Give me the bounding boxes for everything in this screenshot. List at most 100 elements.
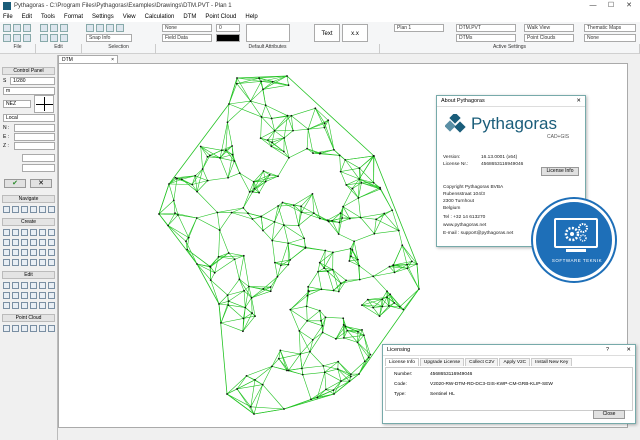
menu-help[interactable]: Help [245, 14, 257, 20]
bearing-icon[interactable] [39, 249, 46, 256]
tab-license-info[interactable]: License Info [385, 358, 419, 366]
dtms-dropdown[interactable]: DTMs [456, 34, 516, 42]
scale-icon[interactable] [21, 282, 28, 289]
help-icon[interactable]: ? [606, 345, 609, 356]
horizontal-scrollbar[interactable] [58, 428, 628, 440]
fillet-icon[interactable] [21, 292, 28, 299]
minimize-button[interactable]: — [584, 0, 602, 12]
menu-calculation[interactable]: Calculation [145, 14, 175, 20]
offset-icon[interactable] [12, 249, 19, 256]
cloud-filter-icon[interactable] [12, 325, 19, 332]
pan-icon[interactable] [39, 206, 46, 213]
zoom-window-icon[interactable] [12, 206, 19, 213]
stretch-icon[interactable] [21, 302, 28, 309]
distance-icon[interactable] [48, 249, 55, 256]
web-link[interactable]: www.pythagoras.net [443, 223, 486, 228]
menu-edit[interactable]: Edit [22, 14, 32, 20]
zoom-extents-icon[interactable] [48, 206, 55, 213]
arc-icon[interactable] [30, 229, 37, 236]
pointer-icon[interactable] [3, 206, 10, 213]
circle-icon[interactable] [39, 229, 46, 236]
intersect-icon[interactable] [21, 249, 28, 256]
e-field[interactable] [14, 133, 55, 141]
point-icon[interactable] [3, 229, 10, 236]
scale-field[interactable]: 1/280 [10, 77, 55, 85]
text-icon[interactable] [12, 239, 19, 246]
array-icon[interactable] [12, 302, 19, 309]
extra-field-1[interactable] [22, 154, 55, 162]
parallel-icon[interactable] [3, 249, 10, 256]
point-clouds-dropdown[interactable]: Point Clouds [524, 34, 574, 42]
deselect-icon[interactable] [116, 24, 124, 32]
snap-info-dropdown[interactable]: Snap Info [86, 34, 132, 42]
cloud-dtm-icon[interactable] [30, 325, 37, 332]
menu-point-cloud[interactable]: Point Cloud [205, 14, 236, 20]
reverse-icon[interactable] [48, 292, 55, 299]
perpendicular-icon[interactable] [30, 249, 37, 256]
rectangle-icon[interactable] [3, 239, 10, 246]
polygon-icon[interactable] [3, 259, 10, 266]
extra-field-2[interactable] [22, 164, 55, 172]
symbol-icon[interactable] [21, 239, 28, 246]
layer-dropdown[interactable]: None [162, 24, 212, 32]
copy-tool-icon[interactable] [3, 302, 10, 309]
contour-icon[interactable] [21, 259, 28, 266]
cloud-color-icon[interactable] [39, 325, 46, 332]
tab-collect-c2v[interactable]: Collect C2V [465, 358, 499, 366]
paste-icon[interactable] [60, 24, 68, 32]
redo-icon[interactable] [50, 34, 58, 42]
section-icon[interactable] [39, 259, 46, 266]
tab-install-new-key[interactable]: Install New Key [531, 358, 573, 366]
line-icon[interactable] [12, 229, 19, 236]
menu-format[interactable]: Format [64, 14, 83, 20]
cut-icon[interactable] [40, 24, 48, 32]
select-icon[interactable] [86, 24, 94, 32]
cloud-import-icon[interactable] [3, 325, 10, 332]
menu-file[interactable]: File [3, 14, 13, 20]
save-icon[interactable] [23, 24, 31, 32]
ok-button[interactable]: ✔ [4, 179, 26, 188]
cancel-button[interactable]: ✕ [30, 179, 52, 188]
erase-icon[interactable] [48, 302, 55, 309]
local-dropdown[interactable]: Local [3, 114, 55, 122]
plan-dropdown[interactable]: Plan 1 [394, 24, 444, 32]
chamfer-icon[interactable] [30, 292, 37, 299]
polyline-icon[interactable] [21, 229, 28, 236]
email-link[interactable]: E-mail : support@pythagoras.net [443, 231, 513, 236]
line-weight-dropdown[interactable]: 0 [216, 24, 240, 32]
delete-icon[interactable] [60, 34, 68, 42]
menu-tools[interactable]: Tools [41, 14, 55, 20]
move-icon[interactable] [3, 282, 10, 289]
hatch-icon[interactable] [39, 239, 46, 246]
dimension-icon[interactable] [30, 239, 37, 246]
dtm-file-dropdown[interactable]: DTM.PVT [456, 24, 516, 32]
open-file-icon[interactable] [13, 24, 21, 32]
licensing-close-icon[interactable]: ✕ [626, 345, 631, 356]
join-icon[interactable] [12, 292, 19, 299]
maximize-button[interactable]: ☐ [602, 0, 620, 12]
zoom-in-icon[interactable] [21, 206, 28, 213]
nez-dropdown[interactable]: NEZ [3, 100, 31, 108]
undo-icon[interactable] [40, 34, 48, 42]
cloud-measure-icon[interactable] [48, 325, 55, 332]
line-style-preview[interactable] [246, 24, 290, 42]
menu-settings[interactable]: Settings [92, 14, 114, 20]
profile-icon[interactable] [30, 259, 37, 266]
trim-icon[interactable] [39, 282, 46, 289]
decimals-button[interactable]: x.x [342, 24, 368, 42]
export-icon[interactable] [23, 34, 31, 42]
properties-icon[interactable] [30, 302, 37, 309]
field-data-dropdown[interactable]: Field Data [162, 34, 212, 42]
cloud-section-icon[interactable] [21, 325, 28, 332]
curve-icon[interactable] [48, 229, 55, 236]
color-dropdown[interactable] [216, 34, 240, 42]
about-close-icon[interactable]: ✕ [576, 96, 581, 107]
label-icon[interactable] [48, 259, 55, 266]
new-file-icon[interactable] [3, 24, 11, 32]
walk-view-dropdown[interactable]: Walk View [524, 24, 574, 32]
image-icon[interactable] [48, 239, 55, 246]
explode-icon[interactable] [39, 292, 46, 299]
z-field[interactable] [14, 142, 55, 150]
n-field[interactable] [14, 124, 55, 132]
mirror-icon[interactable] [30, 282, 37, 289]
